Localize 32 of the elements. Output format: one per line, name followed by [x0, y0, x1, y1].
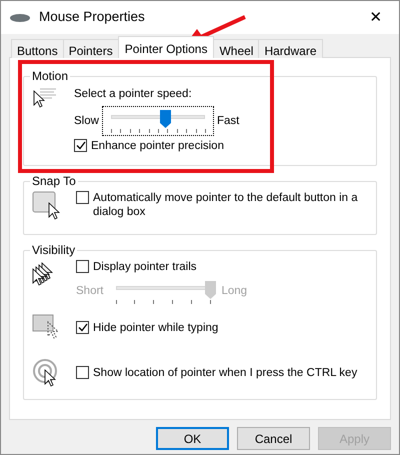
slider-track[interactable]	[102, 107, 213, 136]
checkbox[interactable]	[76, 191, 89, 204]
checkbox[interactable]	[74, 139, 87, 152]
window-title: Mouse Properties	[39, 8, 146, 26]
slider-min-label: Slow	[74, 114, 99, 129]
slider-label: Select a pointer speed:	[74, 87, 193, 102]
cancel-button[interactable]: Cancel	[237, 427, 310, 450]
tab[interactable]: Buttons	[11, 39, 64, 58]
group-title: Visibility	[31, 244, 76, 256]
tab[interactable]: Pointers	[62, 39, 119, 58]
slider-max-label: Long	[222, 284, 248, 300]
checkbox-label: Show location of pointer when I press the CTRL key	[93, 366, 358, 380]
checkbox-label: Hide pointer while typing	[93, 321, 218, 335]
check-icon	[78, 323, 88, 332]
group-title: Motion	[31, 70, 70, 82]
mouse-icon	[9, 12, 31, 22]
checkbox[interactable]	[76, 321, 89, 334]
tab[interactable]: Wheel	[213, 39, 260, 58]
slider-thumb[interactable]	[160, 109, 172, 128]
checkbox-label: Display pointer trails	[93, 260, 197, 274]
group-title: Snap To	[31, 175, 77, 187]
check-icon	[76, 141, 86, 150]
checkbox[interactable]	[76, 260, 89, 273]
close-button[interactable]: ✕	[361, 10, 391, 25]
ok-button[interactable]: OK	[156, 427, 229, 450]
checkbox-label: Enhance pointer precision	[91, 139, 224, 154]
checkbox[interactable]	[76, 366, 89, 379]
slider-min-label: Short	[76, 284, 104, 300]
slider-max-label: Fast	[216, 114, 240, 129]
tab[interactable]: Pointer Options	[118, 36, 214, 58]
checkbox-label: Automatically move pointer to the default button in a dialog box	[93, 191, 359, 219]
tab[interactable]: Hardware	[258, 39, 322, 58]
